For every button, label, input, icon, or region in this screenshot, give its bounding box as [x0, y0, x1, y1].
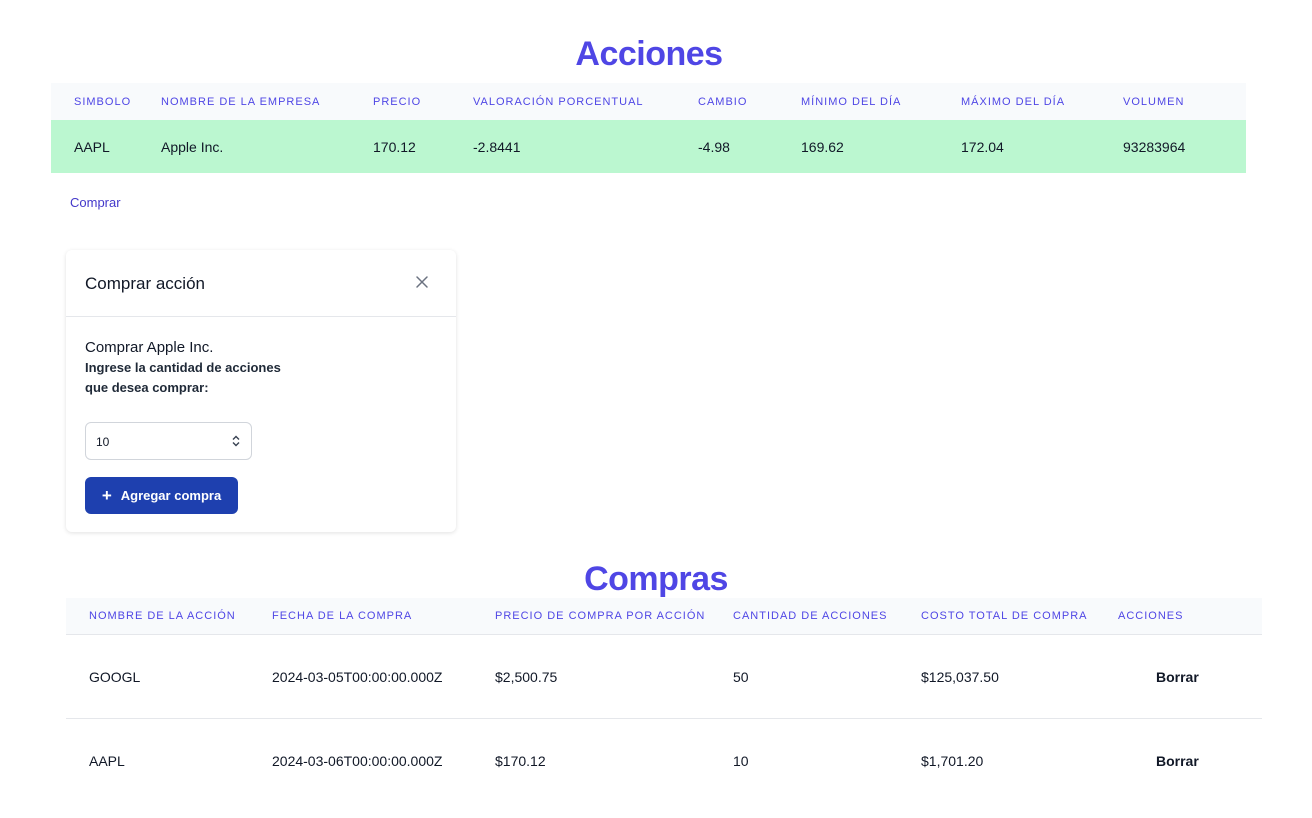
- buy-link[interactable]: Comprar: [70, 195, 121, 210]
- col-header-precio-compra: PRECIO DE COMPRA POR ACCIÓN: [495, 598, 733, 635]
- purchase-quantity: 50: [733, 634, 921, 719]
- purchase-date: 2024-03-05T00:00:00.000Z: [272, 634, 495, 719]
- stock-change: -4.98: [698, 120, 801, 173]
- modal-header: Comprar acción: [66, 250, 456, 317]
- purchase-total-cost: $1,701.20: [921, 752, 984, 769]
- col-header-precio: PRECIO: [373, 83, 473, 120]
- purchase-date: 2024-03-06T00:00:00.000Z: [272, 752, 443, 769]
- purchase-quantity: 10: [733, 752, 749, 769]
- purchase-stock-name: AAPL: [89, 752, 125, 769]
- col-header-cantidad: CANTIDAD DE ACCIONES: [733, 598, 921, 635]
- col-header-minimo: MÍNIMO DEL DÍA: [801, 83, 961, 120]
- purchases-title: Compras: [584, 560, 728, 598]
- stock-company-name: Apple Inc.: [161, 120, 373, 173]
- stock-volume: 93283964: [1123, 120, 1246, 173]
- col-header-cambio: CAMBIO: [698, 83, 801, 120]
- plus-icon: +: [101, 486, 112, 505]
- stock-day-high: 172.04: [961, 120, 1123, 173]
- stocks-table: SIMBOLO NOMBRE DE LA EMPRESA PRECIO VALO…: [51, 83, 1246, 173]
- stock-price: 170.12: [373, 120, 473, 173]
- quantity-label: Ingrese la cantidad de acciones que dese…: [85, 360, 281, 395]
- col-header-nombre-empresa: NOMBRE DE LA EMPRESA: [161, 83, 373, 120]
- purchase-row: AAPL 2024-03-06T00:00:00.000Z $170.12 10…: [66, 719, 1262, 803]
- purchase-unit-price: $2,500.75: [495, 634, 733, 719]
- purchase-stock-name: GOOGL: [66, 634, 272, 719]
- col-header-volumen: VOLUMEN: [1123, 83, 1246, 120]
- col-header-nombre-accion: NOMBRE DE LA ACCIÓN: [66, 598, 272, 635]
- col-header-fecha: FECHA DE LA COMPRA: [272, 598, 495, 635]
- buy-modal: Comprar acción Comprar Apple Inc. Ingres…: [66, 250, 456, 532]
- col-header-costo-total: COSTO TOTAL DE COMPRA: [921, 598, 1118, 635]
- col-header-valoracion: VALORACIÓN PORCENTUAL: [473, 83, 698, 120]
- stocks-header-row: SIMBOLO NOMBRE DE LA EMPRESA PRECIO VALO…: [51, 83, 1246, 120]
- modal-title: Comprar acción: [85, 274, 205, 293]
- add-purchase-label: Agregar compra: [120, 488, 222, 503]
- close-icon[interactable]: [412, 272, 432, 292]
- stock-percent-change: -2.8441: [473, 120, 698, 173]
- quantity-stepper[interactable]: 10: [85, 422, 252, 460]
- stock-day-low: 169.62: [801, 120, 961, 173]
- quantity-value: 10: [96, 435, 110, 449]
- delete-button[interactable]: Borrar: [1156, 753, 1199, 769]
- stepper-arrows-icon[interactable]: [231, 434, 241, 448]
- col-header-acciones: ACCIONES: [1118, 598, 1262, 635]
- purchase-total-cost: $125,037.50: [921, 634, 1118, 719]
- purchase-unit-price: $170.12: [495, 752, 546, 769]
- modal-heading: Comprar Apple Inc.: [85, 339, 214, 356]
- purchases-header-row: NOMBRE DE LA ACCIÓN FECHA DE LA COMPRA P…: [66, 598, 1262, 635]
- purchase-row: GOOGL 2024-03-05T00:00:00.000Z $2,500.75…: [66, 634, 1262, 719]
- col-header-simbolo: SIMBOLO: [51, 83, 161, 120]
- stocks-title: Acciones: [575, 35, 723, 73]
- purchases-table: NOMBRE DE LA ACCIÓN FECHA DE LA COMPRA P…: [66, 598, 1262, 802]
- stock-symbol: AAPL: [51, 120, 161, 173]
- add-purchase-button[interactable]: + Agregar compra: [85, 477, 238, 514]
- stock-row[interactable]: AAPL Apple Inc. 170.12 -2.8441 -4.98 169…: [51, 120, 1246, 173]
- modal-body: Comprar Apple Inc. Ingrese la cantidad d…: [85, 338, 285, 397]
- col-header-maximo: MÁXIMO DEL DÍA: [961, 83, 1123, 120]
- delete-button[interactable]: Borrar: [1156, 669, 1199, 685]
